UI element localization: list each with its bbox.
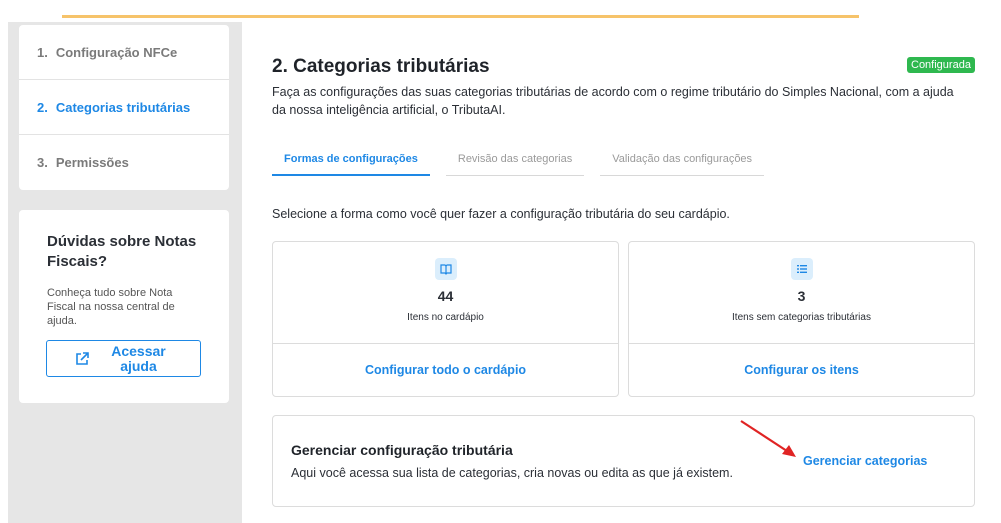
manage-title: Gerenciar configuração tributária	[291, 442, 513, 458]
step-label: Permissões	[55, 155, 129, 170]
menu-items-count: 44	[437, 288, 454, 304]
uncategorized-label: Itens sem categorias tributárias	[732, 312, 871, 323]
tab-formas-de-configuracoes[interactable]: Formas de configurações	[272, 150, 430, 176]
step-categorias-tributarias[interactable]: 2. Categorias tributárias	[19, 80, 229, 135]
external-link-icon	[75, 351, 89, 365]
list-icon	[790, 258, 813, 280]
step-label: Configuração NFCe	[55, 44, 178, 60]
manage-categories-link[interactable]: Gerenciar categorias	[803, 454, 927, 468]
tab-validacao-das-configuracoes[interactable]: Validação das configurações	[600, 150, 765, 176]
access-help-button[interactable]: Acessar ajuda	[46, 340, 201, 377]
step-permissoes[interactable]: 3. Permissões	[19, 135, 229, 190]
step-number: 3.	[37, 155, 48, 170]
card-full-menu: 44 Itens no cardápio Configurar todo o c…	[272, 241, 619, 397]
step-number: 1.	[37, 44, 48, 60]
annotation-arrow-icon	[740, 420, 796, 457]
config-tabs: Formas de configurações Revisão das cate…	[272, 150, 780, 176]
main-panel: 2. Categorias tributárias Configurada Fa…	[242, 22, 1001, 523]
configure-full-menu-link[interactable]: Configurar todo o cardápio	[273, 344, 618, 396]
uncategorized-count: 3	[797, 288, 806, 304]
help-text: Conheça tudo sobre Nota Fiscal na nossa …	[47, 287, 175, 327]
steps-panel: 1. Configuração NFCe 2. Categorias tribu…	[19, 25, 229, 190]
help-card: Dúvidas sobre Notas Fiscais? Conheça tud…	[19, 210, 229, 403]
status-badge: Configurada	[907, 57, 975, 73]
top-progress-bar	[62, 15, 859, 18]
help-title: Dúvidas sobre Notas Fiscais?	[47, 233, 197, 270]
configure-items-link[interactable]: Configurar os itens	[629, 344, 974, 396]
card-uncategorized-items: 3 Itens sem categorias tributárias Confi…	[628, 241, 975, 397]
step-label: Categorias tributárias	[55, 99, 191, 115]
manage-tax-config-card: Gerenciar configuração tributária Aqui v…	[272, 415, 975, 507]
tab-revisao-das-categorias[interactable]: Revisão das categorias	[445, 150, 585, 176]
select-prompt: Selecione a forma como você quer fazer a…	[272, 207, 730, 221]
page-description: Faça as configurações das suas categoria…	[272, 85, 954, 117]
step-number: 2.	[37, 99, 48, 115]
book-icon	[434, 258, 457, 280]
step-configuracao-nfce[interactable]: 1. Configuração NFCe	[19, 25, 229, 80]
menu-items-label: Itens no cardápio	[407, 312, 484, 323]
manage-text: Aqui você acessa sua lista de categorias…	[291, 466, 733, 480]
page-title: 2. Categorias tributárias	[272, 56, 490, 77]
access-help-label: Acessar ajuda	[111, 342, 166, 374]
